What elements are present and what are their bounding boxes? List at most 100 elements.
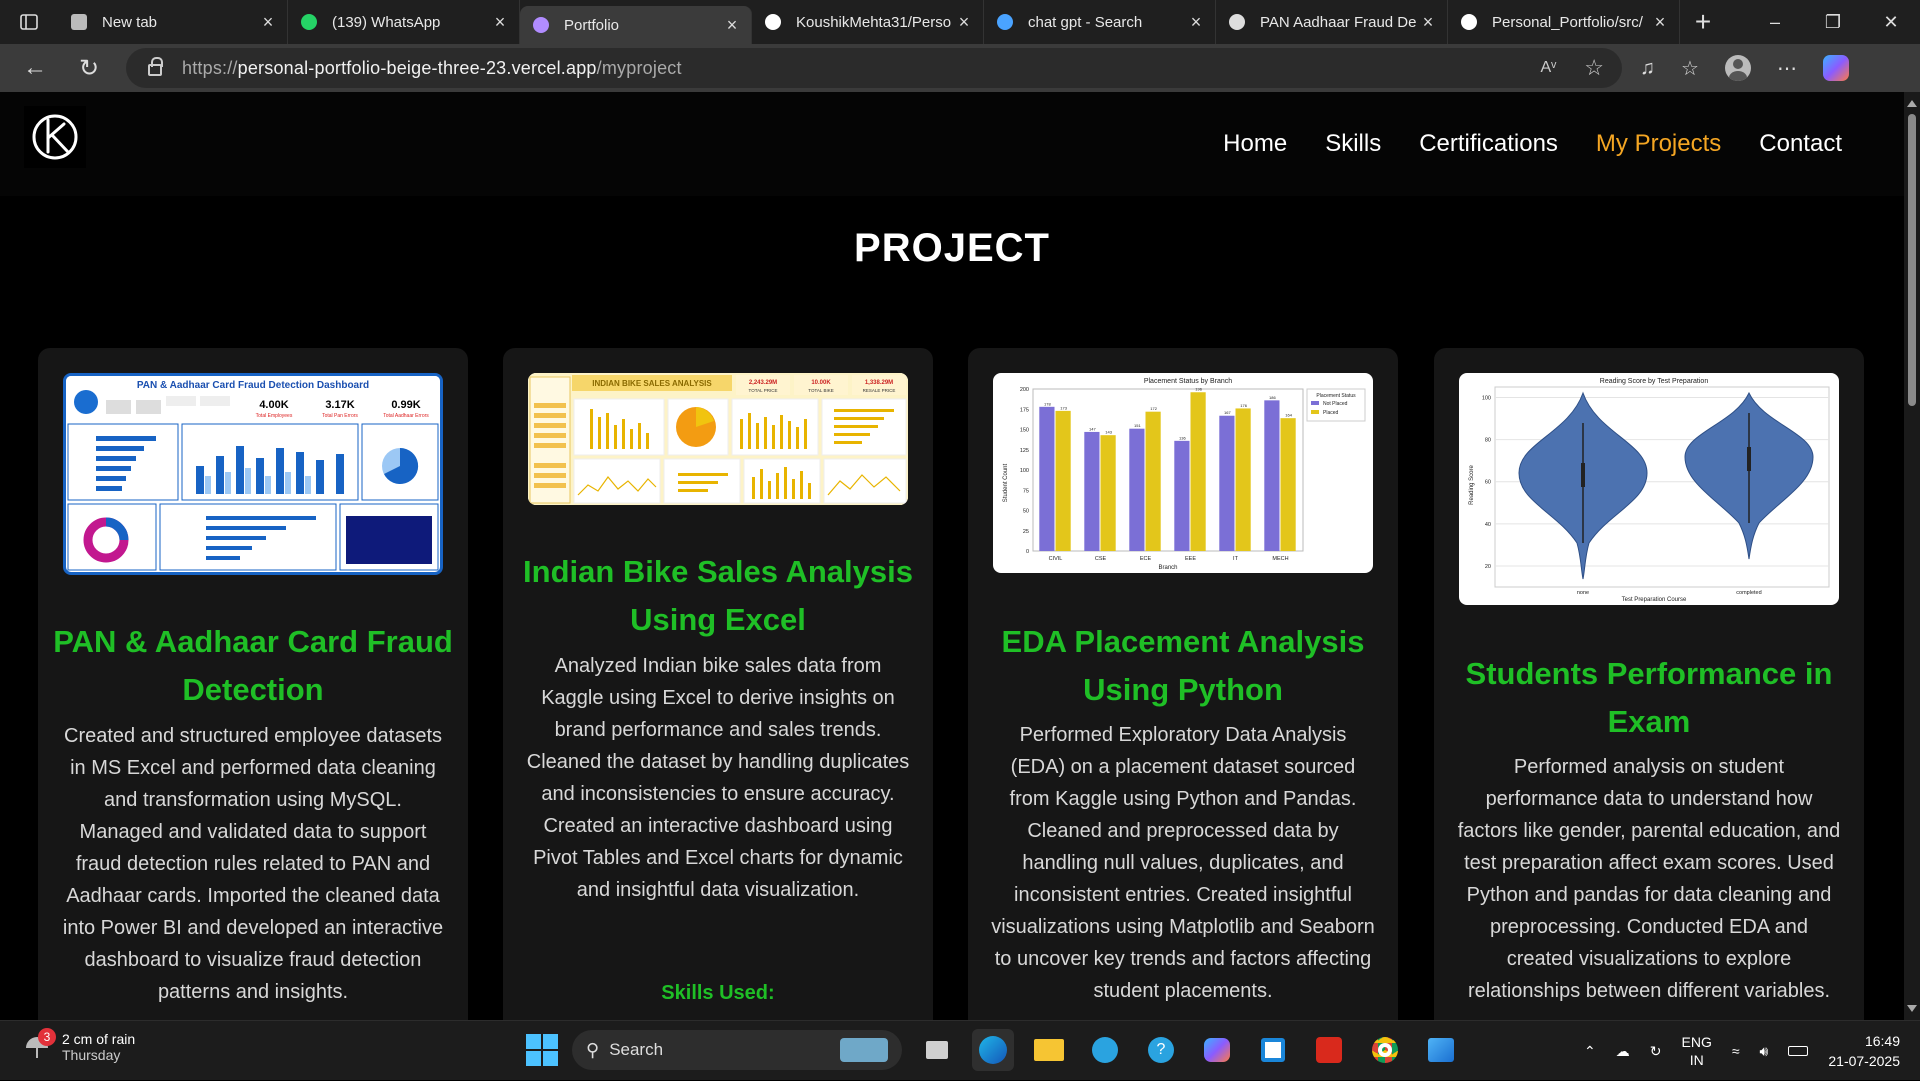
onedrive-icon[interactable]: ☁: [1616, 1043, 1630, 1060]
bar-placed: [1055, 410, 1071, 551]
project-card-pan-aadhaar[interactable]: PAN & Aadhaar Card Fraud Detection Dashb…: [38, 348, 468, 1020]
bar-placed: [1280, 418, 1296, 551]
chart-title: Placement Status by Branch: [1144, 378, 1232, 385]
profile-avatar[interactable]: [1724, 55, 1751, 81]
photos-icon[interactable]: [1420, 1029, 1462, 1071]
bing-search-icon: [996, 13, 1014, 31]
project-thumbnail[interactable]: INDIAN BIKE SALES ANALYSIS 2,243.29M TOT…: [528, 373, 908, 505]
acrobat-icon[interactable]: [1308, 1029, 1350, 1071]
project-card-student-performance[interactable]: Reading Score by Test Preparation Readin…: [1434, 348, 1864, 1020]
close-tab-icon[interactable]: ×: [1651, 12, 1669, 33]
page-scrollbar[interactable]: [1904, 92, 1920, 1020]
project-thumbnail[interactable]: Reading Score by Test Preparation Readin…: [1459, 373, 1839, 605]
copilot-app-icon[interactable]: [1196, 1029, 1238, 1071]
close-tab-icon[interactable]: ×: [1187, 12, 1205, 33]
tab-title: New tab: [102, 13, 158, 31]
nav-certifications[interactable]: Certifications: [1419, 130, 1558, 158]
favorites-icon[interactable]: ☆: [1681, 56, 1699, 81]
browser-tab[interactable]: Personal_Portfolio/src/ ×: [1448, 0, 1680, 44]
x-tick-label: MECH: [1272, 556, 1288, 562]
bar-value-label: 173: [1060, 405, 1067, 410]
fraud-dashboard-image: PAN & Aadhaar Card Fraud Detection Dashb…: [66, 376, 440, 571]
project-thumbnail[interactable]: PAN & Aadhaar Card Fraud Detection Dashb…: [63, 373, 443, 575]
minimize-button[interactable]: –: [1746, 12, 1804, 33]
copilot-icon[interactable]: [1822, 55, 1849, 81]
show-hidden-icons[interactable]: ⌃: [1584, 1043, 1596, 1060]
browser-tab[interactable]: Portfolio ×: [520, 6, 752, 44]
nav-contact[interactable]: Contact: [1759, 130, 1842, 158]
vercel-icon: [532, 16, 550, 34]
start-button[interactable]: [526, 1034, 558, 1066]
nav-skills[interactable]: Skills: [1325, 130, 1381, 158]
close-tab-icon[interactable]: ×: [723, 15, 741, 36]
url-text[interactable]: https://personal-portfolio-beige-three-2…: [182, 58, 682, 79]
site-logo[interactable]: [24, 106, 86, 168]
project-thumbnail[interactable]: Placement Status by Branch Student Count…: [993, 373, 1373, 573]
chrome-icon[interactable]: [1364, 1029, 1406, 1071]
telegram-icon[interactable]: [1084, 1029, 1126, 1071]
legend-placed: Placed: [1323, 410, 1339, 416]
chart-xlabel: Branch: [1158, 565, 1177, 571]
volume-icon[interactable]: 🔊︎: [1760, 1043, 1769, 1060]
close-window-button[interactable]: ✕: [1862, 12, 1920, 33]
main-nav: Home Skills Certifications My Projects Conta…: [1223, 130, 1842, 158]
file-explorer-icon[interactable]: [1028, 1029, 1070, 1071]
close-tab-icon[interactable]: ×: [955, 12, 973, 33]
browser-tab[interactable]: chat gpt - Search ×: [984, 0, 1216, 44]
new-tab-button[interactable]: +: [1680, 6, 1726, 38]
browser-tab[interactable]: KoushikMehta31/Perso ×: [752, 0, 984, 44]
bar-value-label: 186: [1269, 395, 1276, 400]
back-button[interactable]: ←: [8, 54, 62, 82]
browser-tab[interactable]: New tab ×: [58, 0, 288, 44]
close-tab-icon[interactable]: ×: [1419, 12, 1437, 33]
clock[interactable]: 16:49 21-07-2025: [1828, 1031, 1900, 1071]
wifi-icon[interactable]: ≈: [1732, 1043, 1740, 1059]
nav-my-projects[interactable]: My Projects: [1596, 130, 1721, 158]
bar-placed: [1145, 411, 1161, 551]
close-tab-icon[interactable]: ×: [491, 12, 509, 33]
edge-browser-icon[interactable]: [972, 1029, 1014, 1071]
favorite-star-icon[interactable]: ☆: [1584, 55, 1604, 81]
browser-tab[interactable]: (139) WhatsApp ×: [288, 0, 520, 44]
y-tick-label: 20: [1485, 564, 1491, 570]
browser-tab-bar: New tab × (139) WhatsApp × Portfolio × Koushik…: [0, 0, 1920, 44]
language-indicator[interactable]: ENG IN: [1682, 1033, 1712, 1069]
bar-not-placed: [1264, 400, 1280, 551]
lock-icon: [148, 57, 163, 76]
tab-title: chat gpt - Search: [1028, 13, 1143, 31]
skills-used-label: Skills Used:: [661, 982, 775, 1004]
project-card-bike-sales[interactable]: INDIAN BIKE SALES ANALYSIS 2,243.29M TOT…: [503, 348, 933, 1020]
refresh-button[interactable]: ↻: [62, 54, 116, 83]
scroll-down-icon[interactable]: [1907, 1005, 1917, 1012]
project-card-eda-placement[interactable]: Placement Status by Branch Student Count…: [968, 348, 1398, 1020]
scroll-thumb[interactable]: [1908, 114, 1916, 406]
y-tick-label: 60: [1485, 480, 1491, 486]
more-options-icon[interactable]: ⋯: [1777, 56, 1797, 81]
address-bar[interactable]: https://personal-portfolio-beige-three-2…: [126, 48, 1622, 88]
bar-value-label: 176: [1240, 403, 1247, 408]
close-tab-icon[interactable]: ×: [259, 12, 277, 33]
svg-text:0.99K: 0.99K: [391, 399, 420, 411]
bar-value-label: 136: [1179, 435, 1186, 440]
help-icon[interactable]: ?: [1140, 1029, 1182, 1071]
x-tick-label: ECE: [1140, 556, 1152, 562]
battery-icon[interactable]: [1788, 1046, 1809, 1056]
bar-value-label: 167: [1224, 410, 1231, 415]
svg-text:RESALE PRICE: RESALE PRICE: [863, 388, 896, 393]
read-aloud-icon[interactable]: Aᵛ: [1540, 59, 1556, 77]
chart-xlabel: Test Preparation Course: [1622, 597, 1687, 603]
microsoft-store-icon[interactable]: [1252, 1029, 1294, 1071]
taskbar-search[interactable]: ⚲ Search: [572, 1030, 902, 1070]
chart-legend: Placement Status Not Placed Placed: [1306, 388, 1366, 422]
browser-tab[interactable]: PAN Aadhaar Fraud De ×: [1216, 0, 1448, 44]
nav-home[interactable]: Home: [1223, 130, 1287, 158]
extensions-icon[interactable]: ♫: [1640, 57, 1655, 80]
maximize-button[interactable]: ❐: [1804, 12, 1862, 33]
bike-sales-dashboard-image: INDIAN BIKE SALES ANALYSIS 2,243.29M TOT…: [528, 373, 908, 505]
tab-actions-button[interactable]: [0, 0, 58, 44]
site-header: Home Skills Certifications My Projects Conta…: [0, 92, 1904, 196]
task-view-icon[interactable]: [916, 1029, 958, 1071]
weather-widget[interactable]: 3 2 cm of rain Thursday: [22, 1028, 135, 1063]
scroll-up-icon[interactable]: [1907, 100, 1917, 107]
sync-icon[interactable]: ↻: [1650, 1043, 1662, 1060]
